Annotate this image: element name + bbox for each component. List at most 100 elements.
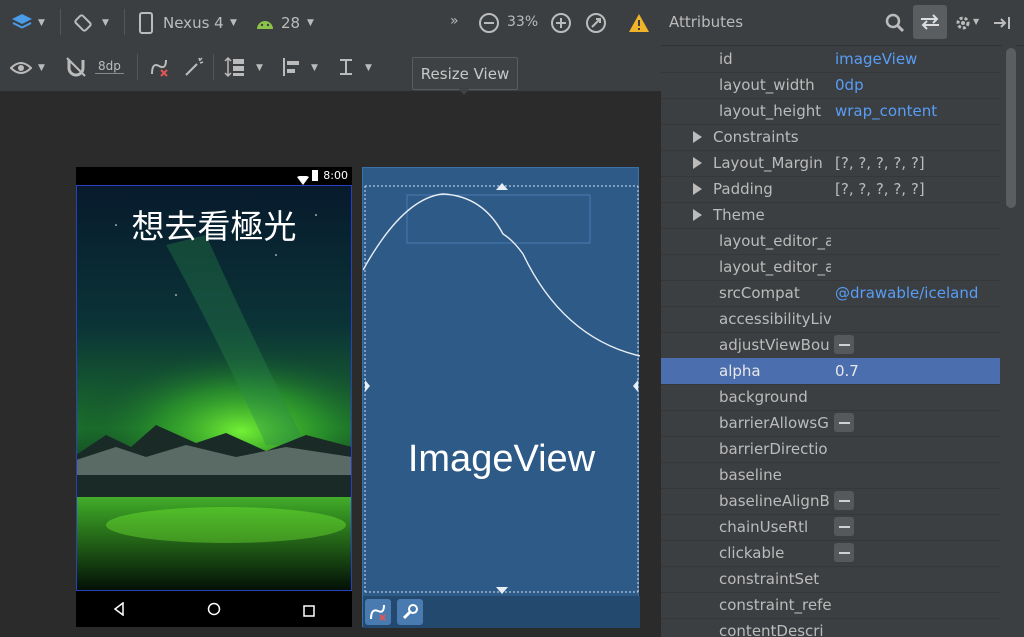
unset-checkbox[interactable] bbox=[834, 335, 854, 354]
chevron-down-icon[interactable]: ▼ bbox=[38, 18, 45, 28]
default-margin-selector[interactable]: 8dp bbox=[95, 59, 124, 74]
attribute-row[interactable]: constraint_refe bbox=[661, 592, 1000, 619]
recents-icon[interactable] bbox=[303, 602, 315, 621]
infer-constraints-wand-icon[interactable] bbox=[182, 55, 206, 79]
unset-checkbox[interactable] bbox=[834, 517, 854, 536]
attribute-row[interactable]: accessibilityLive bbox=[661, 306, 1000, 333]
chevron-down-icon[interactable]: ▼ bbox=[102, 18, 109, 28]
attribute-row[interactable]: layout_height wrap_content bbox=[661, 98, 1000, 125]
eye-icon[interactable] bbox=[9, 57, 33, 79]
zoom-in-icon[interactable] bbox=[549, 11, 573, 35]
wrench-icon[interactable] bbox=[397, 599, 423, 625]
chevron-down-icon[interactable]: ▼ bbox=[38, 63, 45, 73]
attribute-row[interactable]: id imageView bbox=[661, 46, 1000, 73]
attribute-name: layout_editor_a bbox=[719, 232, 831, 250]
home-icon[interactable] bbox=[207, 601, 221, 620]
pack-icon[interactable] bbox=[223, 55, 247, 79]
unset-checkbox[interactable] bbox=[834, 413, 854, 432]
attribute-value[interactable]: [?, ?, ?, ?, ?] bbox=[835, 180, 925, 198]
chevron-down-icon[interactable]: ▼ bbox=[307, 18, 314, 28]
align-icon[interactable] bbox=[279, 55, 303, 79]
attribute-value[interactable]: wrap_content bbox=[835, 102, 937, 120]
layout-editor: ▼ ▼ Nexus 4 ▼ 28 ▼ » 33% ▼ 8dp ▼ ▼ ▼ Res… bbox=[0, 0, 661, 637]
clear-constraints-icon[interactable] bbox=[147, 55, 171, 79]
attributes-header: Attributes ▼ bbox=[661, 0, 1024, 46]
expand-arrow-icon[interactable] bbox=[693, 183, 702, 195]
back-icon[interactable] bbox=[113, 601, 125, 620]
attribute-name: layout_editor_a bbox=[719, 258, 831, 276]
expand-arrow-icon[interactable] bbox=[693, 157, 702, 169]
attribute-row-selected[interactable]: alpha 0.7 bbox=[661, 358, 1000, 385]
unset-checkbox[interactable] bbox=[834, 543, 854, 562]
attribute-value[interactable]: @drawable/iceland bbox=[835, 284, 978, 302]
attribute-row[interactable]: layout_width 0dp bbox=[661, 72, 1000, 99]
chevron-down-icon[interactable]: ▼ bbox=[256, 63, 263, 73]
expand-arrow-icon[interactable] bbox=[693, 131, 702, 143]
device-phone-icon[interactable] bbox=[137, 10, 155, 36]
attributes-panel: Attributes ▼ id imageView layout_width 0dp… bbox=[661, 0, 1024, 637]
toggle-attributes-view-icon[interactable] bbox=[913, 5, 947, 39]
attribute-row[interactable]: layout_editor_a bbox=[661, 228, 1000, 255]
attribute-row[interactable]: baseline bbox=[661, 462, 1000, 489]
delete-constraints-icon[interactable] bbox=[365, 599, 391, 625]
attribute-value[interactable]: 0.7 bbox=[835, 362, 859, 380]
chevron-down-icon[interactable]: ▼ bbox=[311, 63, 318, 73]
attribute-value[interactable]: [?, ?, ?, ?, ?] bbox=[835, 154, 925, 172]
zoom-to-fit-icon[interactable] bbox=[584, 11, 608, 35]
attribute-row[interactable]: srcCompat @drawable/iceland bbox=[661, 280, 1000, 307]
attribute-row[interactable]: barrierAllowsG bbox=[661, 410, 1000, 437]
attribute-name: srcCompat bbox=[719, 284, 800, 302]
chevron-down-icon[interactable]: ▼ bbox=[973, 17, 979, 26]
toolbar-overflow-button[interactable]: » bbox=[450, 13, 459, 29]
orientation-icon[interactable] bbox=[70, 10, 96, 36]
scrollbar-thumb[interactable] bbox=[1006, 48, 1016, 208]
attribute-row[interactable]: constraintSet bbox=[661, 566, 1000, 593]
attribute-row[interactable]: chainUseRtl bbox=[661, 514, 1000, 541]
attribute-value[interactable]: 0dp bbox=[835, 76, 864, 94]
attribute-row[interactable]: adjustViewBou bbox=[661, 332, 1000, 359]
attribute-row[interactable]: clickable bbox=[661, 540, 1000, 567]
status-bar: 8:00 bbox=[76, 167, 352, 185]
attribute-name: chainUseRtl bbox=[719, 518, 809, 536]
chevron-down-icon[interactable]: ▼ bbox=[230, 18, 237, 28]
toolbar-divider bbox=[60, 9, 61, 35]
attribute-row[interactable]: barrierDirectio bbox=[661, 436, 1000, 463]
attribute-row[interactable]: contentDescri bbox=[661, 618, 1000, 637]
design-toolbar: ▼ ▼ Nexus 4 ▼ 28 ▼ » 33% bbox=[0, 0, 661, 46]
gear-icon[interactable] bbox=[953, 13, 973, 33]
attribute-value[interactable]: imageView bbox=[835, 50, 917, 68]
autoconnect-magnet-icon[interactable] bbox=[64, 55, 88, 79]
design-preview-phone[interactable]: 8:00 想去看極光 bbox=[76, 167, 352, 627]
toolbar-divider bbox=[124, 9, 125, 35]
chevron-down-icon[interactable]: ▼ bbox=[365, 63, 372, 73]
status-time: 8:00 bbox=[323, 169, 348, 182]
attribute-row[interactable]: background bbox=[661, 384, 1000, 411]
attribute-name: baselineAlignB bbox=[719, 492, 830, 510]
attribute-group-theme[interactable]: Theme bbox=[661, 202, 1000, 229]
attribute-group-layout-margin[interactable]: Layout_Margin [?, ?, ?, ?, ?] bbox=[661, 150, 1000, 177]
attribute-name: constraintSet bbox=[719, 570, 820, 588]
attribute-row[interactable]: layout_editor_a bbox=[661, 254, 1000, 281]
design-surface-layers-icon[interactable] bbox=[8, 10, 36, 36]
unset-checkbox[interactable] bbox=[834, 491, 854, 510]
blueprint-preview[interactable]: ImageView bbox=[362, 167, 640, 628]
attribute-name: background bbox=[719, 388, 808, 406]
guidelines-icon[interactable] bbox=[334, 55, 358, 79]
tooltip-arrow bbox=[458, 88, 470, 95]
blueprint-imageview-label: ImageView bbox=[407, 438, 596, 480]
hide-panel-icon[interactable] bbox=[991, 13, 1013, 33]
device-selector[interactable]: Nexus 4 bbox=[163, 14, 224, 32]
expand-arrow-icon[interactable] bbox=[693, 209, 702, 221]
battery-icon bbox=[312, 170, 318, 181]
search-icon[interactable] bbox=[884, 12, 906, 34]
attribute-group-constraints[interactable]: Constraints bbox=[661, 124, 1000, 151]
warning-icon[interactable] bbox=[627, 12, 651, 34]
api-level-selector[interactable]: 28 bbox=[281, 14, 300, 32]
attribute-name: id bbox=[719, 50, 733, 68]
attributes-title: Attributes bbox=[669, 13, 744, 31]
attribute-group-padding[interactable]: Padding [?, ?, ?, ?, ?] bbox=[661, 176, 1000, 203]
resize-view-tooltip: Resize View bbox=[412, 57, 518, 90]
attribute-row[interactable]: baselineAlignB bbox=[661, 488, 1000, 515]
android-api-icon[interactable] bbox=[255, 13, 275, 33]
zoom-out-icon[interactable] bbox=[477, 11, 501, 35]
